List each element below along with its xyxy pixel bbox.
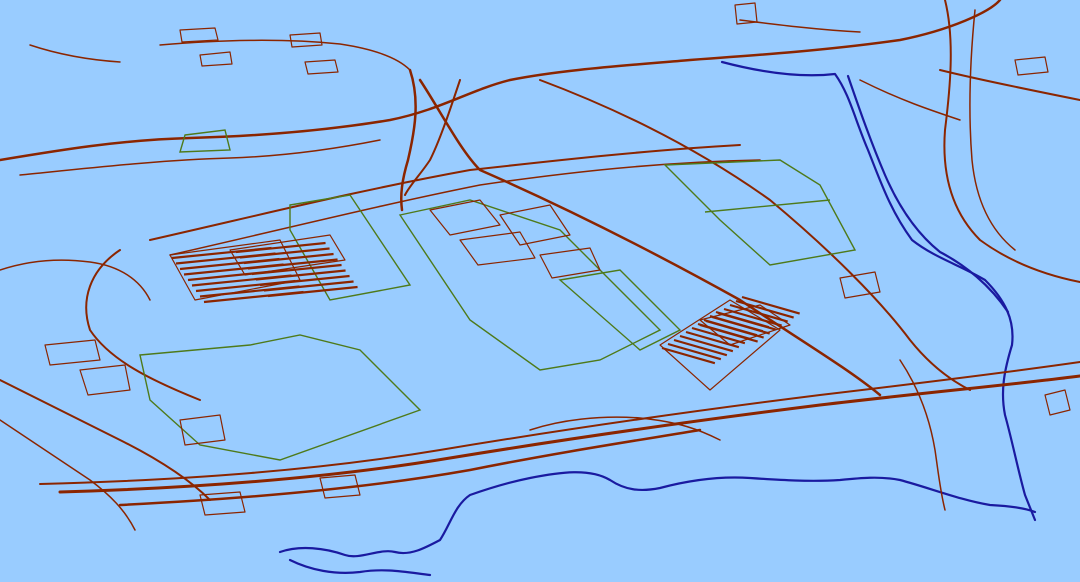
map-viewport[interactable] — [0, 0, 1080, 582]
map-background — [0, 0, 1080, 582]
map-canvas[interactable] — [0, 0, 1080, 582]
